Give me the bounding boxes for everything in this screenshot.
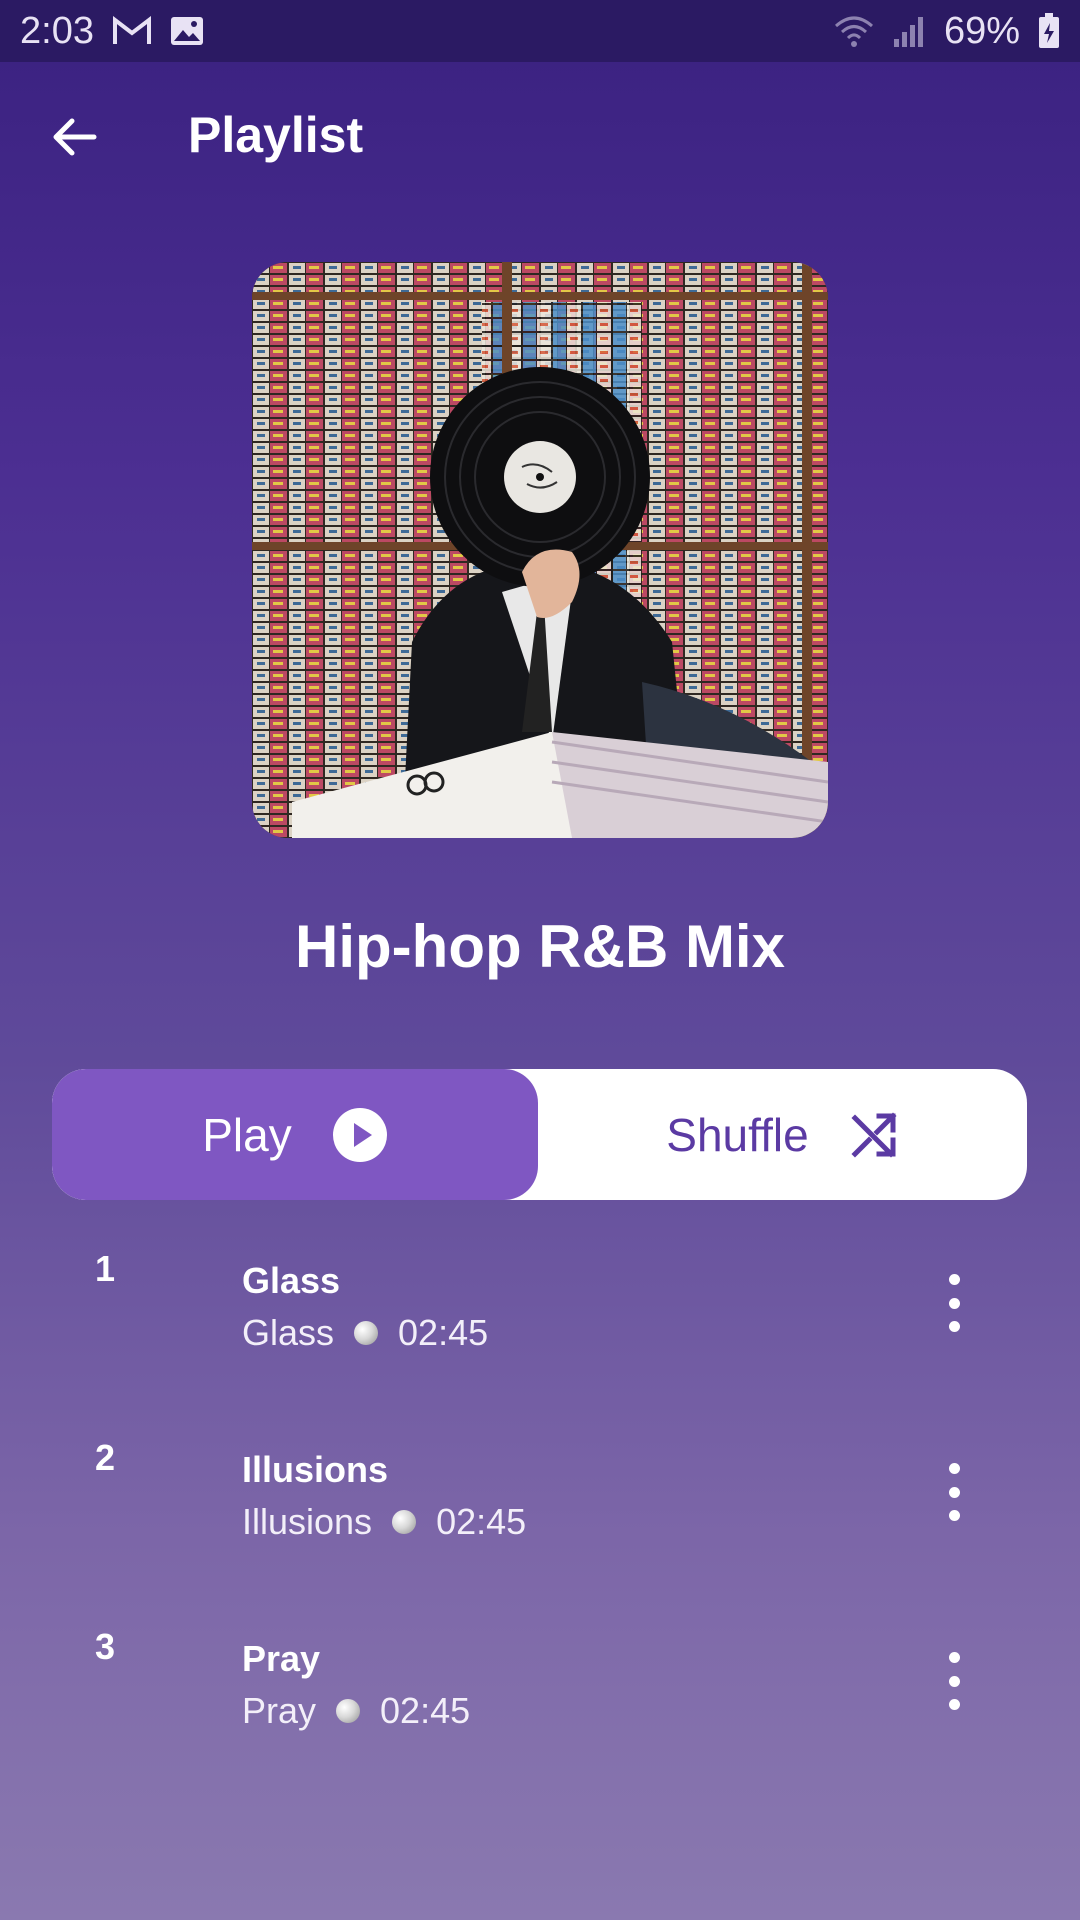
more-vert-icon [948, 1463, 960, 1474]
vinyl-record-cover-image [252, 262, 828, 838]
arrow-back-icon [53, 118, 97, 156]
more-options-button[interactable] [935, 1268, 973, 1338]
shuffle-button[interactable]: Shuffle [538, 1069, 1027, 1200]
more-options-button[interactable] [935, 1646, 973, 1716]
wifi-icon [834, 14, 874, 48]
play-circle-icon [332, 1107, 387, 1162]
more-options-button[interactable] [935, 1457, 973, 1527]
status-left: 2:03 [20, 10, 204, 53]
battery-icon [1038, 13, 1060, 49]
page-title: Playlist [188, 107, 364, 163]
track-artist: Illusions [242, 1501, 373, 1542]
play-button[interactable]: Play [52, 1069, 538, 1200]
track-artist: Pray [242, 1690, 317, 1731]
status-bar: 2:03 69% [0, 0, 1080, 62]
shuffle-label: Shuffle [666, 1108, 809, 1161]
image-icon [170, 16, 204, 46]
playlist-cover-image [252, 262, 828, 838]
separator-dot-icon [354, 1321, 379, 1345]
shuffle-icon [851, 1111, 897, 1158]
more-vert-icon [948, 1652, 960, 1663]
track-duration: 02:45 [436, 1501, 527, 1542]
status-right: 69% [834, 10, 1060, 53]
app-bar: Playlist [0, 62, 1080, 212]
track-duration: 02:45 [380, 1690, 471, 1731]
back-button[interactable] [40, 102, 110, 172]
track-row[interactable]: 2 Illusions Illusions 02:45 [0, 1437, 1080, 1587]
track-meta: Illusions 02:45 [242, 1501, 526, 1543]
track-number: 2 [95, 1437, 116, 1478]
track-title: Illusions [242, 1449, 389, 1490]
playback-actions: Play Shuffle [52, 1069, 1027, 1200]
separator-dot-icon [392, 1510, 417, 1534]
track-duration: 02:45 [398, 1312, 489, 1353]
more-vert-icon [948, 1274, 960, 1285]
track-title: Glass [242, 1260, 341, 1301]
track-title: Pray [242, 1638, 321, 1679]
playlist-name: Hip-hop R&B Mix [295, 913, 785, 980]
track-artist: Glass [242, 1312, 335, 1353]
gmail-icon [112, 16, 152, 46]
status-time: 2:03 [20, 9, 94, 52]
track-row[interactable]: 3 Pray Pray 02:45 [0, 1626, 1080, 1776]
track-meta: Glass 02:45 [242, 1312, 488, 1354]
play-label: Play [202, 1108, 292, 1161]
signal-icon [892, 15, 926, 47]
track-number: 3 [95, 1626, 116, 1667]
battery-percent: 69% [943, 9, 1020, 52]
separator-dot-icon [336, 1699, 361, 1723]
track-row[interactable]: 1 Glass Glass 02:45 [0, 1248, 1080, 1398]
track-number: 1 [95, 1248, 116, 1289]
track-meta: Pray 02:45 [242, 1690, 470, 1732]
